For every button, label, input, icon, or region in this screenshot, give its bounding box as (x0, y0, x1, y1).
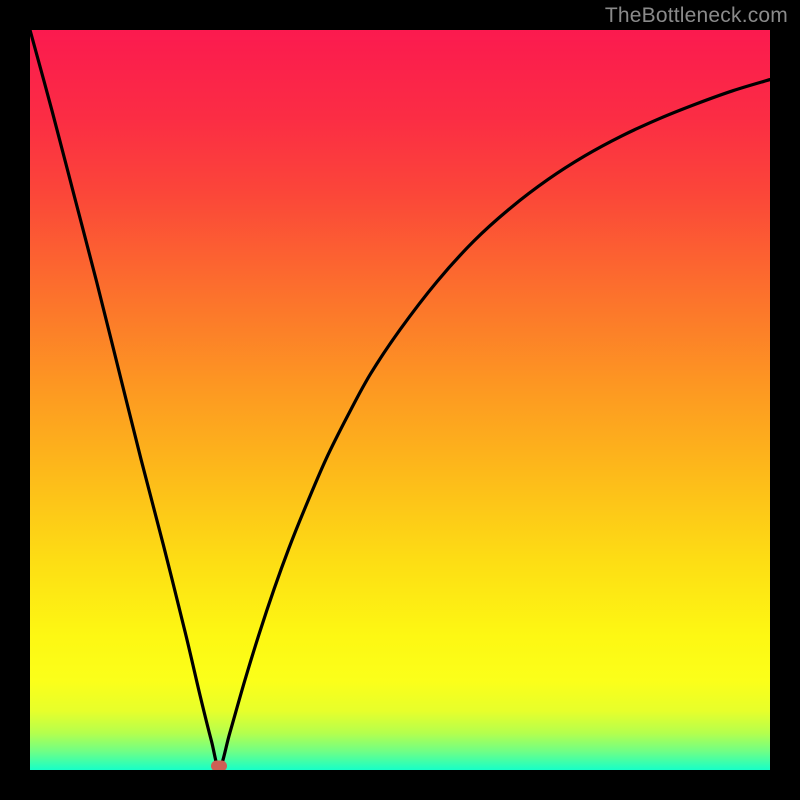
chart-frame: TheBottleneck.com (0, 0, 800, 800)
bottleneck-curve (30, 30, 770, 770)
minimum-marker (211, 760, 227, 770)
plot-area (30, 30, 770, 770)
watermark-label: TheBottleneck.com (605, 4, 788, 28)
